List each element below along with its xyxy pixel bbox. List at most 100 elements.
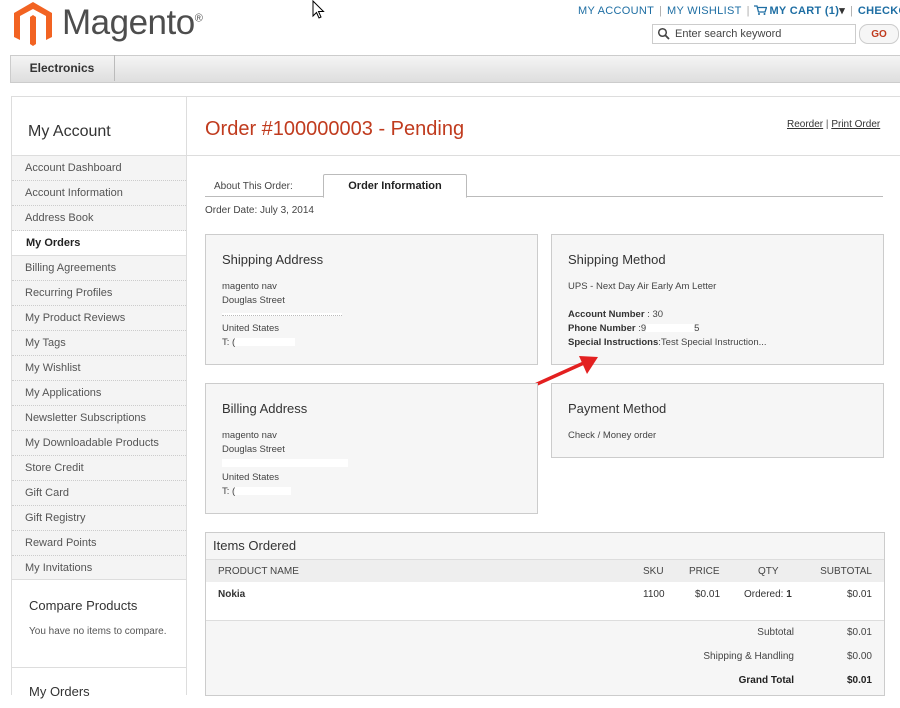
sidebar-item-my-product-reviews[interactable]: My Product Reviews [12, 306, 186, 331]
shipping-phone: T: ( [222, 336, 342, 350]
items-ordered-box: Items Ordered PRODUCT NAME SKU PRICE QTY… [205, 532, 885, 696]
sidebar-item-newsletter-subscriptions[interactable]: Newsletter Subscriptions [12, 406, 186, 431]
compare-products-empty-text: You have no items to compare. [29, 626, 167, 637]
sidebar-item-reward-points[interactable]: Reward Points [12, 531, 186, 556]
account-nav-list: Account Dashboard Account Information Ad… [12, 155, 186, 581]
main-nav-bar [10, 55, 900, 83]
main-top-border [185, 96, 900, 97]
sidebar-item-my-orders[interactable]: My Orders [12, 231, 186, 256]
order-actions: Reorder | Print Order [787, 119, 881, 130]
grand-total-value: $0.01 [846, 675, 872, 686]
sidebar-item-my-tags[interactable]: My Tags [12, 331, 186, 356]
sidebar-item-my-wishlist[interactable]: My Wishlist [12, 356, 186, 381]
sidebar-item-account-information[interactable]: Account Information [12, 181, 186, 206]
sidebar-item-billing-agreements[interactable]: Billing Agreements [12, 256, 186, 281]
sidebar-item-gift-card[interactable]: Gift Card [12, 481, 186, 506]
sidebar-item-account-dashboard[interactable]: Account Dashboard [12, 155, 186, 181]
ups-account-number: Account Number : 30 [568, 309, 664, 320]
billing-street: Douglas Street [222, 444, 285, 455]
billing-city-redacted [222, 457, 348, 471]
billing-name: magento nav [222, 430, 277, 441]
items-table-header: PRODUCT NAME SKU PRICE QTY SUBTOTAL [206, 559, 884, 583]
shipping-country: United States [222, 323, 280, 334]
product-qty: Ordered: 1 [744, 589, 792, 600]
shipping-method-body: UPS - Next Day Air Early Am Letter Accou… [568, 280, 767, 350]
reorder-link[interactable]: Reorder [787, 119, 823, 130]
col-qty: QTY [758, 566, 779, 577]
search-box [652, 24, 856, 44]
search-input[interactable] [671, 28, 851, 40]
product-price: $0.01 [695, 589, 721, 600]
totals-subtotal-row: Subtotal $0.01 [206, 621, 884, 645]
my-orders-block-title: My Orders [29, 684, 90, 699]
billing-country: United States [222, 472, 280, 483]
totals-grand-row: Grand Total $0.01 [206, 669, 884, 693]
shipping-handling-value: $0.00 [846, 651, 872, 662]
sidebar-item-address-book[interactable]: Address Book [12, 206, 186, 231]
shipping-name: magento nav [222, 281, 277, 292]
nav-item-electronics[interactable]: Electronics [10, 55, 115, 81]
about-this-order-label: About This Order: [214, 181, 293, 192]
billing-address-title: Billing Address [222, 401, 308, 416]
shipping-method-title: Shipping Method [568, 252, 666, 267]
mouse-cursor-icon [312, 0, 325, 19]
sidebar-item-gift-registry[interactable]: Gift Registry [12, 506, 186, 531]
shipping-address-title: Shipping Address [222, 252, 324, 267]
my-cart-link[interactable]: MY CART (1)▾ [754, 5, 845, 17]
col-sku: SKU [643, 566, 664, 577]
sidebar-title: My Account [28, 123, 111, 140]
shipping-city-redacted [222, 308, 342, 322]
shipping-method-box: Shipping Method UPS - Next Day Air Early… [551, 234, 884, 365]
grand-total-label: Grand Total [738, 675, 794, 686]
ups-phone-number: Phone Number :9 5 [568, 323, 700, 334]
shipping-address-box: Shipping Address magento nav Douglas Str… [205, 234, 538, 365]
shipping-handling-label: Shipping & Handling [703, 651, 794, 662]
top-links: MY ACCOUNT | MY WISHLIST | MY CART (1)▾ | CHEC… [578, 4, 900, 17]
billing-address-body: magento nav Douglas Street United States… [222, 429, 348, 499]
account-sidebar: My Account Account Dashboard Account Inf… [11, 96, 187, 708]
sidebar-item-my-downloadable-products[interactable]: My Downloadable Products [12, 431, 186, 456]
cart-dropdown-icon: ▾ [839, 5, 846, 17]
col-subtotal: SUBTOTAL [820, 566, 872, 577]
logo-text: Magento® [62, 3, 203, 42]
tab-divider [205, 196, 883, 197]
payment-method-name: Check / Money order [568, 430, 657, 441]
payment-method-box: Payment Method Check / Money order [551, 383, 884, 458]
product-subtotal: $0.01 [846, 589, 872, 600]
product-sku: 1100 [643, 589, 665, 600]
compare-products-title: Compare Products [29, 598, 138, 613]
product-name: Nokia [218, 589, 246, 600]
sidebar-item-store-credit[interactable]: Store Credit [12, 456, 186, 481]
table-row: Nokia 1100 $0.01 Ordered: 1 $0.01 [206, 582, 884, 621]
col-product-name: PRODUCT NAME [218, 566, 299, 577]
search-icon [657, 27, 670, 40]
special-instructions: Special Instructions:Test Special Instru… [568, 337, 767, 348]
items-ordered-title: Items Ordered [213, 538, 297, 553]
col-price: PRICE [689, 566, 720, 577]
payment-method-title: Payment Method [568, 401, 667, 416]
search-go-button[interactable]: GO [859, 24, 899, 44]
billing-phone: T: ( [222, 485, 348, 499]
sidebar-item-my-invitations[interactable]: My Invitations [12, 556, 186, 581]
print-order-link[interactable]: Print Order [831, 119, 880, 130]
my-orders-block: My Orders [12, 667, 186, 708]
compare-products-block: Compare Products You have no items to co… [12, 579, 186, 668]
shipping-method-name: UPS - Next Day Air Early Am Letter [568, 281, 717, 292]
subtotal-value: $0.01 [846, 627, 872, 638]
cart-icon [754, 5, 768, 15]
my-wishlist-link[interactable]: MY WISHLIST [667, 5, 742, 17]
sidebar-item-recurring-profiles[interactable]: Recurring Profiles [12, 281, 186, 306]
checkout-link[interactable]: CHECKOUT [858, 5, 900, 17]
totals-shipping-row: Shipping & Handling $0.00 [206, 645, 884, 669]
page-title: Order #100000003 - Pending [205, 118, 465, 140]
billing-address-box: Billing Address magento nav Douglas Stre… [205, 383, 538, 514]
tab-order-information[interactable]: Order Information [323, 174, 467, 198]
magento-logo-icon [14, 2, 52, 46]
my-account-link[interactable]: MY ACCOUNT [578, 5, 654, 17]
sidebar-item-my-applications[interactable]: My Applications [12, 381, 186, 406]
shipping-address-body: magento nav Douglas Street United States… [222, 280, 342, 350]
subtotal-label: Subtotal [757, 627, 794, 638]
title-divider [185, 155, 900, 156]
order-date: Order Date: July 3, 2014 [205, 205, 314, 216]
magento-logo[interactable]: Magento® [10, 0, 203, 46]
